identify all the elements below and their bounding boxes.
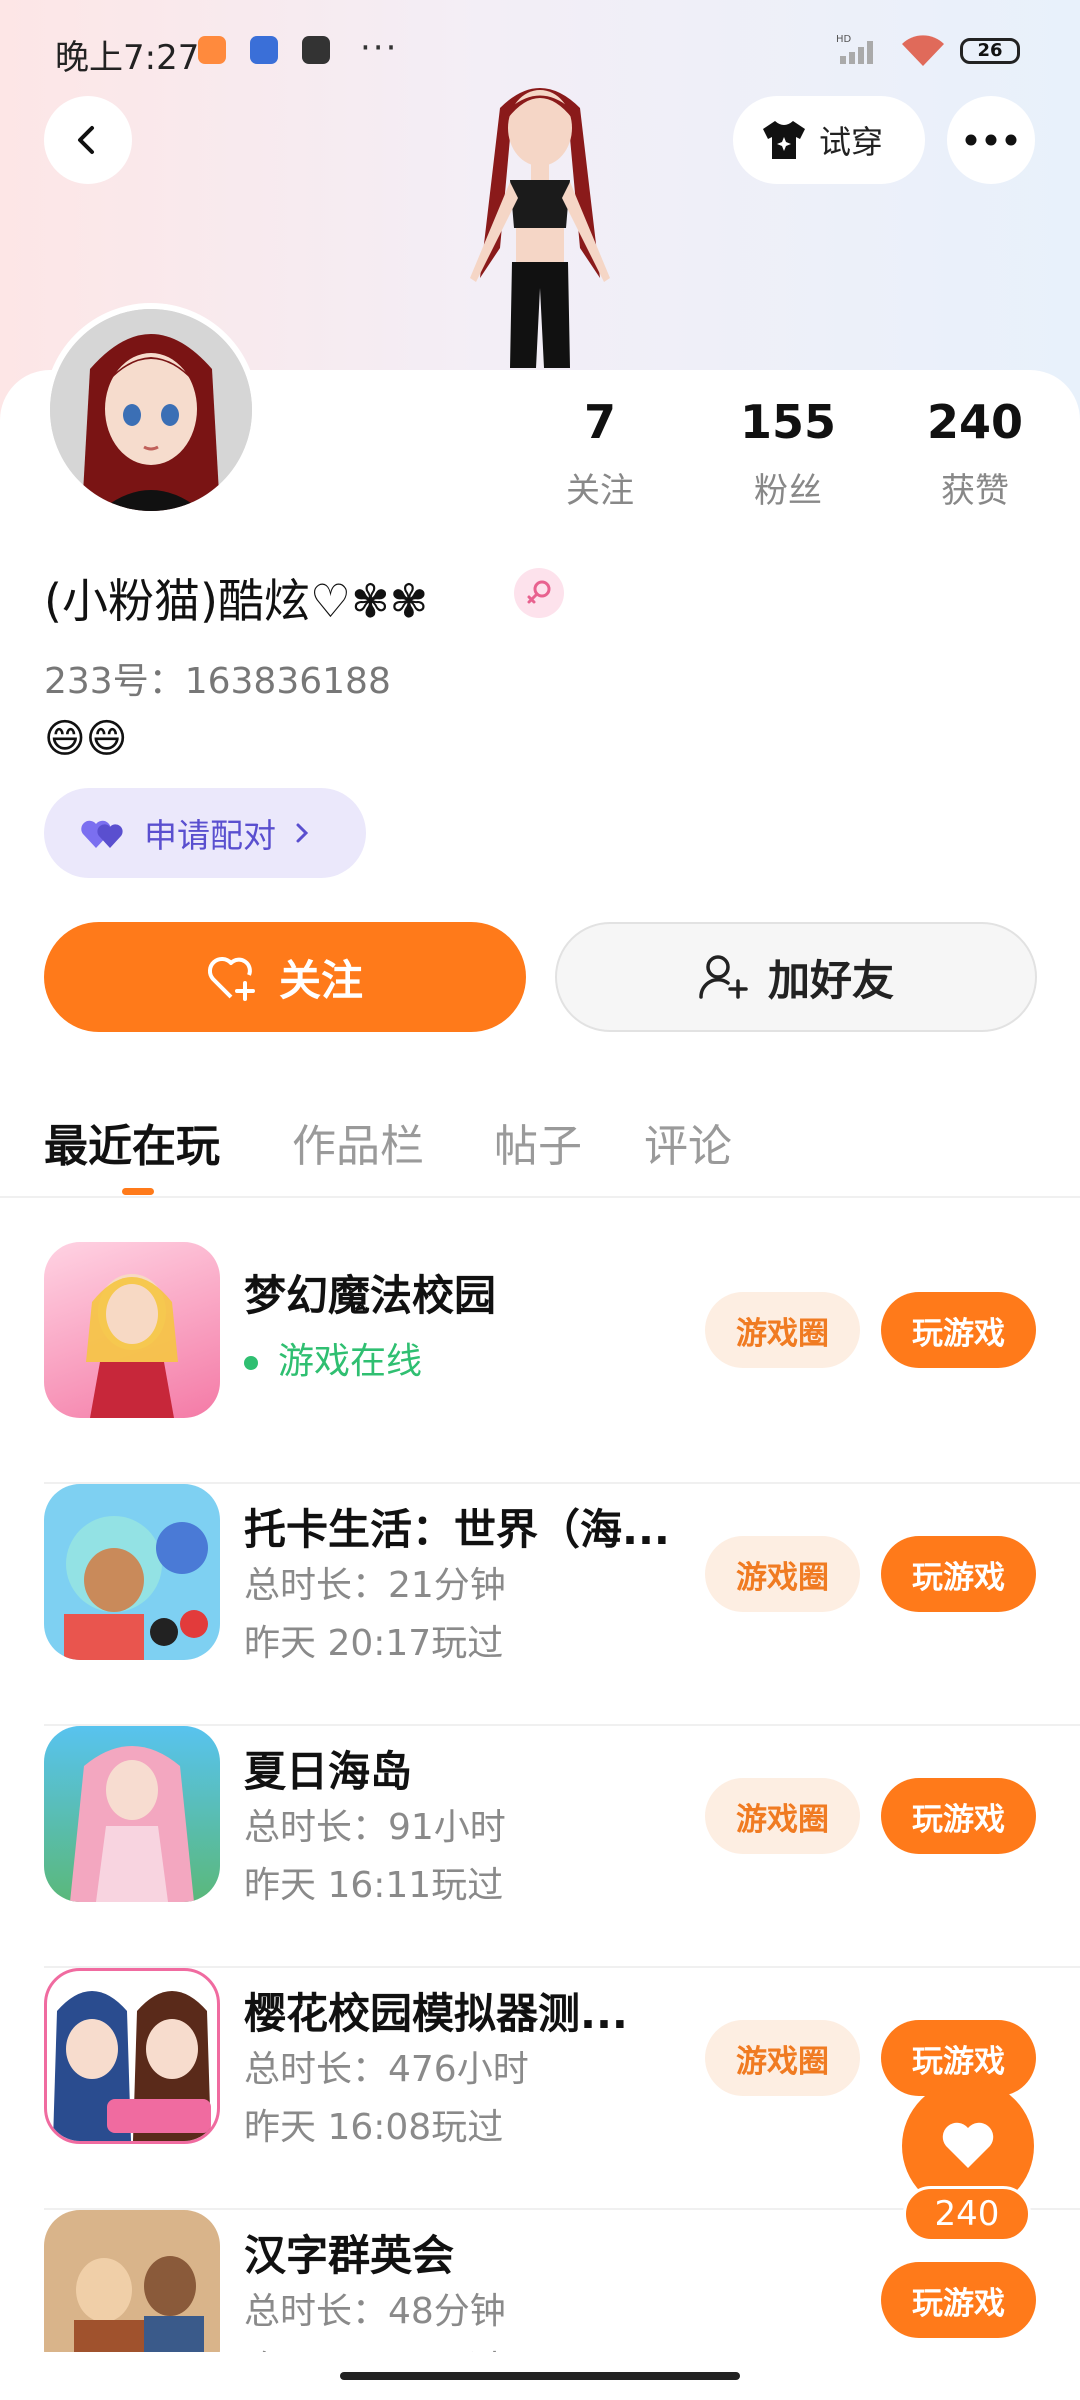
notification-app-icon	[250, 36, 278, 64]
follow-button[interactable]: 关注	[44, 922, 526, 1032]
game-title: 樱花校园模拟器测...	[244, 1989, 628, 2038]
floating-like-count: 240	[903, 2186, 1031, 2242]
chevron-right-icon	[296, 823, 309, 843]
battery-icon: 26	[960, 38, 1020, 64]
game-icon[interactable]	[44, 1726, 220, 1902]
svg-text:HD: HD	[836, 34, 852, 45]
game-online-status: 游戏在线	[244, 1332, 422, 1384]
game-total-time: 总时长：48分钟	[244, 2291, 506, 2332]
add-user-icon	[699, 955, 748, 999]
game-last-played: 昨天 16:11玩过	[244, 1865, 504, 1906]
tab-posts[interactable]: 帖子	[494, 1110, 582, 1174]
heart-icon	[942, 2122, 994, 2168]
hearts-icon	[81, 820, 123, 848]
signal-icon: HD	[836, 34, 873, 64]
nickname: (小粉猫)酷炫♡✾✾	[44, 574, 429, 628]
game-circle-button[interactable]: 游戏圈	[705, 1778, 860, 1854]
request-pair-label: 申请配对	[144, 816, 276, 855]
game-last-played: 昨天 16:08玩过	[244, 2107, 504, 2148]
avatar[interactable]	[44, 303, 258, 517]
game-total-time: 总时长：91小时	[244, 1807, 506, 1848]
game-title: 夏日海岛	[244, 1747, 413, 1796]
game-row[interactable]: 梦幻魔法校园 游戏在线 游戏圈 玩游戏	[0, 1242, 1080, 1484]
game-circle-button[interactable]: 游戏圈	[705, 1536, 860, 1612]
play-game-button[interactable]: 玩游戏	[881, 1536, 1036, 1612]
game-circle-button[interactable]: 游戏圈	[705, 2020, 860, 2096]
game-title: 汉字群英会	[244, 2231, 455, 2280]
try-on-button[interactable]: 试穿	[733, 96, 925, 184]
avatar-3d-figure[interactable]	[430, 78, 650, 368]
game-row[interactable]: 托卡生活：世界（海... 总时长：21分钟 昨天 20:17玩过 游戏圈 玩游戏	[0, 1484, 1080, 1726]
follow-label: 关注	[278, 955, 363, 1005]
game-last-played: 昨天 20:17玩过	[244, 1623, 504, 1664]
game-title: 梦幻魔法校园	[244, 1271, 497, 1320]
user-bio: 😄😄	[44, 716, 128, 762]
divider	[0, 1196, 1080, 1198]
stat-likes[interactable]: 240 获赞	[895, 395, 1055, 512]
status-more-icon: ···	[360, 28, 399, 68]
notification-app-icon	[302, 36, 330, 64]
game-total-time: 总时长：476小时	[244, 2049, 529, 2090]
chevron-left-icon	[78, 126, 94, 154]
stat-following-count: 7	[583, 395, 616, 449]
tab-recently-played[interactable]: 最近在玩	[44, 1110, 220, 1174]
play-game-button[interactable]: 玩游戏	[881, 2262, 1036, 2338]
user-id: 233号：163836188	[44, 661, 391, 702]
avatar-portrait	[50, 309, 252, 511]
notification-app-icon	[198, 36, 226, 64]
game-icon[interactable]	[44, 1968, 220, 2144]
stat-fans-label: 粉丝	[754, 471, 822, 511]
stat-likes-count: 240	[926, 395, 1024, 449]
play-game-button[interactable]: 玩游戏	[881, 1292, 1036, 1368]
try-on-label: 试穿	[819, 123, 884, 161]
more-dots-icon	[965, 134, 1017, 146]
stat-likes-label: 获赞	[941, 471, 1009, 511]
back-button[interactable]	[44, 96, 132, 184]
tab-comments[interactable]: 评论	[644, 1110, 732, 1174]
wifi-icon	[902, 35, 944, 66]
tab-works[interactable]: 作品栏	[292, 1110, 424, 1174]
game-circle-button[interactable]: 游戏圈	[705, 1292, 860, 1368]
play-game-button[interactable]: 玩游戏	[881, 1778, 1036, 1854]
game-icon[interactable]	[44, 1484, 220, 1660]
heart-plus-icon	[207, 956, 255, 1001]
game-total-time: 总时长：21分钟	[244, 1565, 506, 1606]
female-gender-icon	[514, 568, 564, 618]
tshirt-icon	[763, 121, 805, 159]
stat-following-label: 关注	[566, 471, 634, 511]
online-dot-icon	[244, 1356, 258, 1370]
game-title: 托卡生活：世界（海...	[244, 1505, 670, 1554]
game-row[interactable]: 夏日海岛 总时长：91小时 昨天 16:11玩过 游戏圈 玩游戏	[0, 1726, 1080, 1968]
game-icon[interactable]	[44, 1242, 220, 1418]
stat-following[interactable]: 7 关注	[520, 395, 680, 512]
game-online-label: 游戏在线	[278, 1341, 423, 1382]
status-time: 晚上7:27	[55, 38, 200, 78]
request-pair-button[interactable]: 申请配对	[44, 788, 366, 878]
stat-fans-count: 155	[739, 395, 837, 449]
more-button[interactable]	[947, 96, 1035, 184]
home-indicator[interactable]	[340, 2372, 740, 2380]
add-friend-button[interactable]: 加好友	[555, 922, 1037, 1032]
tab-active-indicator	[122, 1188, 154, 1195]
add-friend-label: 加好友	[767, 955, 894, 1005]
battery-level: 26	[977, 40, 1003, 61]
stat-fans[interactable]: 155 粉丝	[708, 395, 868, 512]
